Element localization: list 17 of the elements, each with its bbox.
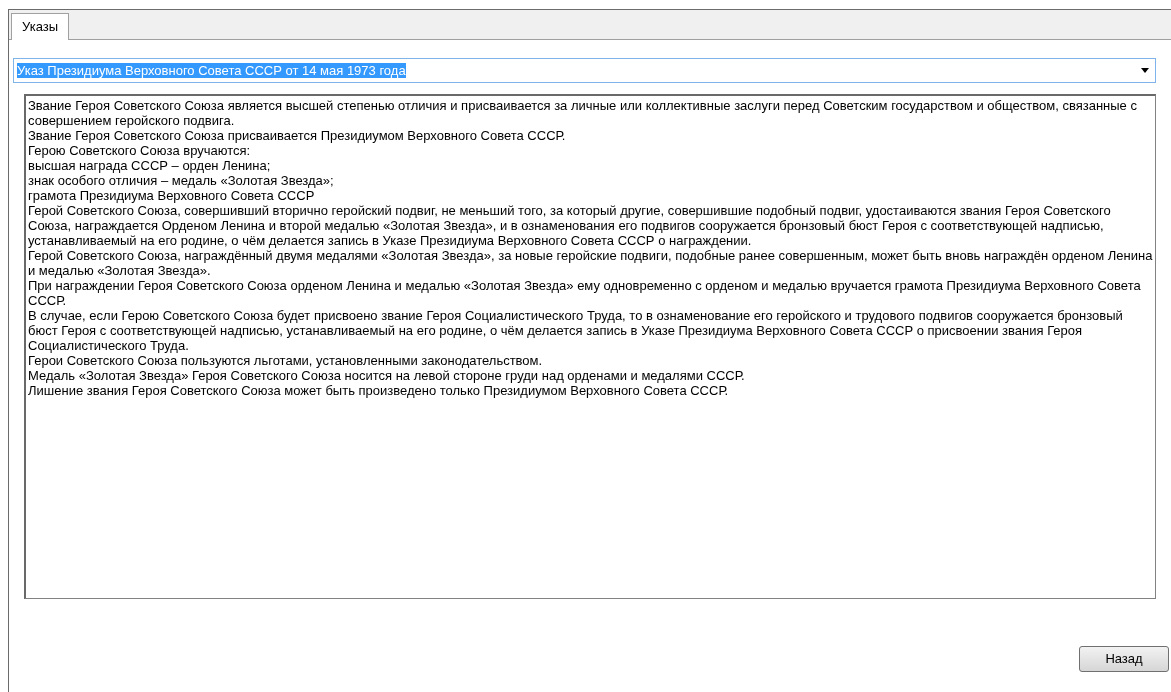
back-button[interactable]: Назад: [1079, 646, 1169, 672]
paragraph: Герою Советского Союза вручаются:: [28, 143, 252, 158]
paragraph: Звание Героя Советского Союза присваивается Президиумом Верховного Совета СССР.: [28, 128, 567, 143]
paragraph: высшая награда СССР – орден Ленина;: [28, 158, 272, 173]
paragraph: Звание Героя Советского Союза является высшей степенью отличия и присваивается за личные или коллективные заслуги перед Советским государством и обществом, связанные с совершением геройского подвига.: [28, 98, 1138, 128]
caret-icon: [1141, 68, 1149, 73]
paragraph: Медаль «Золотая Звезда» Героя Советского Союза носится на левой стороне груди над орденами и медалями СССР.: [28, 368, 746, 383]
paragraph: Герой Советского Союза, совершивший вторично геройский подвиг, не меньший того, за который другие, совершившие подобный подвиг, удостаиваются звания Героя Советского Союза, награждается Орденом Ленина и второй медалью «Золотая Звезда», и в ознаменования его подвигов сооружается бронзовый бюст Героя с соответствующей надписью, устанавливаемый на его родине, о чём делается запись в Указе Президиума Верховного Совета СССР о награждении.: [28, 203, 1112, 248]
dropdown-value: Указ Президиума Верховного Совета СССР от 14 мая 1973 года: [17, 61, 407, 80]
paragraph: знак особого отличия – медаль «Золотая Звезда»;: [28, 173, 335, 188]
tab[interactable]: Указы: [11, 13, 70, 40]
paragraph: Лишение звания Героя Советского Союза может быть произведено только Президиумом Верховного Совета СССР.: [28, 383, 730, 398]
paragraph: В случае, если Герою Советского Союза будет присвоено звание Героя Социалистического Труда, то в ознаменование его геройского и трудового подвигов сооружается бронзовый бюст Героя с соответствующей надписью, устанавливаемый на его родине, о чём делается запись в Указе Президиума Верховного Совета СССР о присвоении звания Героя Социалистического Труда.: [28, 308, 1124, 353]
paragraph: При награждении Героя Советского Союза орденом Ленина и медалью «Золотая Звезда» ему одновременно с орденом и медалью вручается грамота Президиума Верховного Совета СССР.: [28, 278, 1142, 308]
paragraph: Герои Советского Союза пользуются льготами, установленными законодательством.: [28, 353, 544, 368]
paragraph: грамота Президиума Верховного Совета СССР: [28, 188, 316, 203]
paragraph: Герой Советского Союза, награждённый двумя медалями «Золотая Звезда», за новые геройские подвиги, подобные ранее совершенным, может быть вновь награждён орденом Ленина и медалью «Золотая Звезда».: [28, 248, 1153, 278]
